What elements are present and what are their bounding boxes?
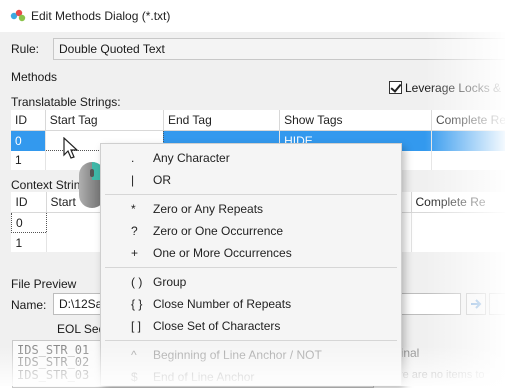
menu-item-symbol: . — [131, 151, 147, 165]
context-strings-label: Context String — [11, 178, 87, 192]
list-item: IDS_STR_03 — [17, 368, 89, 382]
col-end-tag-header[interactable]: End Tag — [163, 110, 279, 131]
methods-label: Methods — [11, 70, 57, 84]
row-id-cell: 0 — [12, 213, 47, 233]
table-header-row: ID Start Tag End Tag Show Tags Complete … — [11, 110, 505, 131]
leverage-locks-checkbox[interactable] — [389, 81, 402, 94]
file-preview-label: File Preview — [11, 277, 76, 291]
menu-item-symbol: $ — [131, 370, 147, 384]
menu-item-symbol: ? — [131, 224, 147, 238]
regex-context-menu: . Any Character | OR * Zero or Any Repea… — [100, 143, 402, 386]
menu-item-close-repeats[interactable]: { } Close Number of Repeats — [101, 293, 401, 315]
menu-item-label: End of Line Anchor — [153, 370, 254, 384]
menu-item-label: Zero or Any Repeats — [153, 202, 263, 216]
menu-item-symbol: * — [131, 202, 147, 216]
menu-item-symbol: + — [131, 246, 147, 260]
app-logo-icon — [10, 9, 26, 23]
rule-label: Rule: — [11, 42, 39, 56]
col-complete-header[interactable]: Complete Re — [431, 110, 505, 131]
options-button[interactable] — [489, 293, 505, 315]
browse-arrow-button[interactable] — [466, 293, 486, 315]
row-id-cell: 1 — [11, 151, 45, 171]
arrow-right-icon — [467, 294, 485, 314]
list-item: IDS_STR_02 — [17, 355, 89, 369]
col-complete-header[interactable]: Complete Re — [411, 192, 505, 213]
menu-item-one-or-more[interactable]: + One or More Occurrences — [101, 242, 401, 264]
menu-item-label: Beginning of Line Anchor / NOT — [153, 348, 322, 362]
col-start-tag-header[interactable]: Start Tag — [45, 110, 163, 131]
menu-item-line-start-anchor[interactable]: ^ Beginning of Line Anchor / NOT — [101, 344, 401, 366]
rule-field[interactable]: Double Quoted Text — [53, 38, 505, 60]
menu-item-label: Any Character — [153, 151, 230, 165]
menu-item-symbol: [ ] — [131, 319, 147, 333]
title-bar: Edit Methods Dialog (*.txt) — [0, 0, 505, 32]
name-label: Name: — [11, 298, 46, 312]
menu-separator — [105, 340, 397, 341]
menu-item-zero-or-one[interactable]: ? Zero or One Occurrence — [101, 220, 401, 242]
leverage-locks-label: Leverage Locks & M — [405, 81, 505, 95]
menu-item-group[interactable]: ( ) Group — [101, 271, 401, 293]
translatable-strings-label: Translatable Strings: — [11, 95, 121, 109]
mouse-pointer-icon — [63, 137, 81, 161]
menu-item-symbol: ^ — [131, 348, 147, 362]
eol-sequence-label: EOL Seq — [57, 322, 105, 336]
menu-separator — [105, 194, 397, 195]
menu-item-close-set[interactable]: [ ] Close Set of Characters — [101, 315, 401, 337]
complete-cell[interactable] — [431, 131, 505, 151]
menu-item-line-end-anchor[interactable]: $ End of Line Anchor — [101, 366, 401, 388]
row-id-cell: 1 — [12, 233, 47, 253]
col-id-header[interactable]: ID — [12, 192, 47, 213]
menu-item-zero-or-any[interactable]: * Zero or Any Repeats — [101, 198, 401, 220]
menu-item-any-character[interactable]: . Any Character — [101, 147, 401, 169]
row-id-cell: 0 — [11, 131, 45, 151]
menu-item-symbol: { } — [131, 297, 147, 311]
col-show-tags-header[interactable]: Show Tags — [280, 110, 432, 131]
menu-item-symbol: | — [131, 173, 147, 187]
edit-methods-dialog: Edit Methods Dialog (*.txt) Rule: Double… — [0, 0, 505, 386]
menu-item-label: One or More Occurrences — [153, 246, 292, 260]
menu-item-label: Zero or One Occurrence — [153, 224, 283, 238]
menu-item-or[interactable]: | OR — [101, 169, 401, 191]
menu-item-label: OR — [153, 173, 171, 187]
menu-separator — [105, 267, 397, 268]
menu-item-label: Close Set of Characters — [153, 319, 280, 333]
menu-item-symbol: ( ) — [131, 275, 147, 289]
window-title: Edit Methods Dialog (*.txt) — [31, 9, 170, 23]
col-id-header[interactable]: ID — [11, 110, 45, 131]
menu-item-label: Group — [153, 275, 186, 289]
menu-item-label: Close Number of Repeats — [153, 297, 291, 311]
